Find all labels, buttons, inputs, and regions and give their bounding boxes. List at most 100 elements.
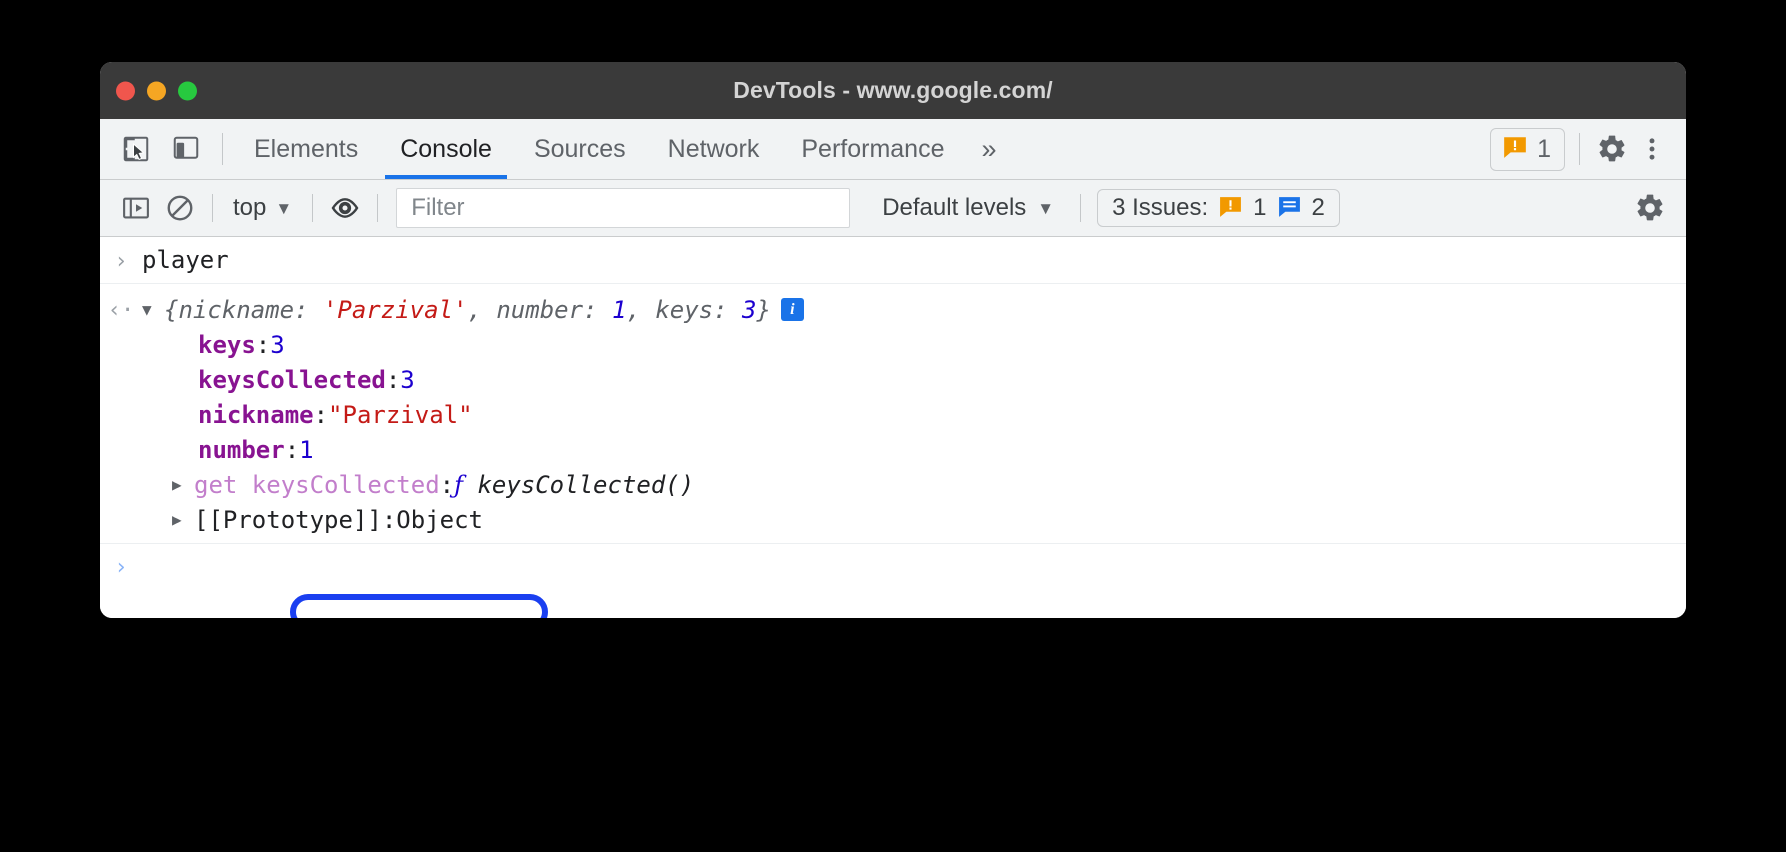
panel-tabs: Elements Console Sources Network Perform… [233,119,1013,179]
property-row-prototype[interactable]: ▶ [[Prototype]]: Object [100,502,1686,537]
tab-elements[interactable]: Elements [233,119,379,179]
log-levels-selector[interactable]: Default levels ▼ [866,194,1070,222]
execution-context-selector[interactable]: top ▼ [223,194,302,222]
device-toolbar-icon[interactable] [168,131,204,167]
more-tabs-label: » [981,134,996,165]
tab-sources[interactable]: Sources [513,119,647,179]
tab-bar-right-divider [1579,133,1580,165]
issues-chip[interactable]: 3 Issues: 1 2 [1097,189,1340,227]
preview-part-0: {nickname: [164,296,323,324]
devtools-window: DevTools - www.google.com/ [100,62,1686,618]
message-icon [1277,194,1302,222]
tab-performance[interactable]: Performance [780,119,965,179]
result-prompt-icon: ‹· [100,296,142,323]
object-preview: {nickname: 'Parzival', number: 1, keys: … [164,296,771,324]
property-key: number [198,436,285,464]
console-sidebar-icon[interactable] [114,188,158,228]
execution-context-value: top [233,194,266,222]
input-prompt-icon: › [100,247,142,274]
console-result-block: ‹· ▼ {nickname: 'Parzival', number: 1, k… [100,284,1686,544]
property-row-keysCollected: keysCollected: 3 [100,362,1686,397]
preview-part-4: , keys: [626,296,742,324]
function-f-icon: ƒ [454,471,463,499]
property-value: 1 [299,436,313,464]
console-output: › player ‹· ▼ {nickname: 'Parzival', num… [100,237,1686,618]
minimize-window-button[interactable] [147,81,166,100]
console-toolbar: top ▼ Filter Default levels ▼ 3 [100,180,1686,237]
preview-part-2: , number: [467,296,612,324]
tab-performance-label: Performance [801,135,944,164]
warning-badge[interactable]: 1 [1490,128,1565,171]
info-badge-icon[interactable]: i [781,298,804,321]
tab-bar-right-actions: 1 [1490,119,1686,179]
prototype-key: [[Prototype]] [194,506,382,534]
console-toolbar-right [1628,188,1672,228]
prototype-separator: : [382,506,396,534]
expand-prototype-triangle-icon[interactable]: ▶ [172,510,188,529]
getter-separator: : [440,471,454,499]
tab-bar-divider [222,133,223,165]
property-key: keys [198,331,256,359]
log-levels-label: Default levels [882,194,1026,222]
issues-warning-count: 1 [1253,194,1266,222]
warning-icon [1502,134,1528,165]
property-key: keysCollected [198,366,386,394]
property-row-number: number: 1 [100,432,1686,467]
console-prompt-line[interactable]: › [100,544,1686,588]
expand-getter-triangle-icon[interactable]: ▶ [172,475,188,494]
tab-network-label: Network [668,135,760,164]
property-separator: : [386,366,400,394]
filter-input[interactable]: Filter [396,188,850,228]
chevron-down-icon: ▼ [275,200,292,217]
property-row-getter[interactable]: ▶get keysCollected: ƒ keysCollected() [100,467,1686,502]
tab-sources-label: Sources [534,135,626,164]
toolbar-divider-4 [1080,194,1081,222]
devtools-tab-bar: Elements Console Sources Network Perform… [100,119,1686,180]
clear-console-icon[interactable] [158,188,202,228]
property-value: "Parzival" [328,401,473,429]
warning-icon [1218,194,1243,222]
toolbar-divider-3 [377,194,378,222]
tab-bar-left-icons [100,119,212,179]
annotation-highlight-oval [290,594,548,618]
property-row-keys: keys: 3 [100,327,1686,362]
expand-object-triangle-icon[interactable]: ▼ [142,300,158,319]
traffic-lights [116,81,197,100]
preview-part-3: 1 [612,296,626,324]
live-expression-eye-icon[interactable] [323,188,367,228]
more-tabs-button[interactable]: » [965,119,1012,179]
filter-placeholder: Filter [411,194,464,222]
property-separator: : [314,401,328,429]
preview-part-6: } [756,296,770,324]
tab-network[interactable]: Network [647,119,781,179]
property-value: 3 [400,366,414,394]
issues-label: 3 Issues: [1112,194,1208,222]
inspect-element-icon[interactable] [118,131,154,167]
title-bar: DevTools - www.google.com/ [100,62,1686,119]
property-key: nickname [198,401,314,429]
toolbar-divider-1 [212,194,213,222]
property-separator: : [256,331,270,359]
tab-elements-label: Elements [254,135,358,164]
object-preview-line[interactable]: ‹· ▼ {nickname: 'Parzival', number: 1, k… [100,292,1686,327]
console-input-text: player [142,246,229,274]
kebab-menu-icon[interactable] [1634,131,1670,167]
prompt-caret-icon: › [100,553,142,580]
tab-console[interactable]: Console [379,119,513,179]
preview-part-5: 3 [742,296,756,324]
close-window-button[interactable] [116,81,135,100]
window-title: DevTools - www.google.com/ [733,77,1053,104]
property-value: 3 [270,331,284,359]
issues-message-count: 2 [1312,194,1325,222]
gear-icon[interactable] [1628,188,1672,228]
tab-console-label: Console [400,135,492,164]
property-separator: : [285,436,299,464]
prototype-value: Object [396,506,483,534]
preview-part-1: 'Parzival' [323,296,468,324]
chevron-down-icon: ▼ [1037,200,1054,217]
maximize-window-button[interactable] [178,81,197,100]
screenshot-stage: DevTools - www.google.com/ [0,0,1786,852]
gear-icon[interactable] [1594,131,1630,167]
warning-count: 1 [1537,135,1551,164]
getter-key: get keysCollected [194,471,440,499]
